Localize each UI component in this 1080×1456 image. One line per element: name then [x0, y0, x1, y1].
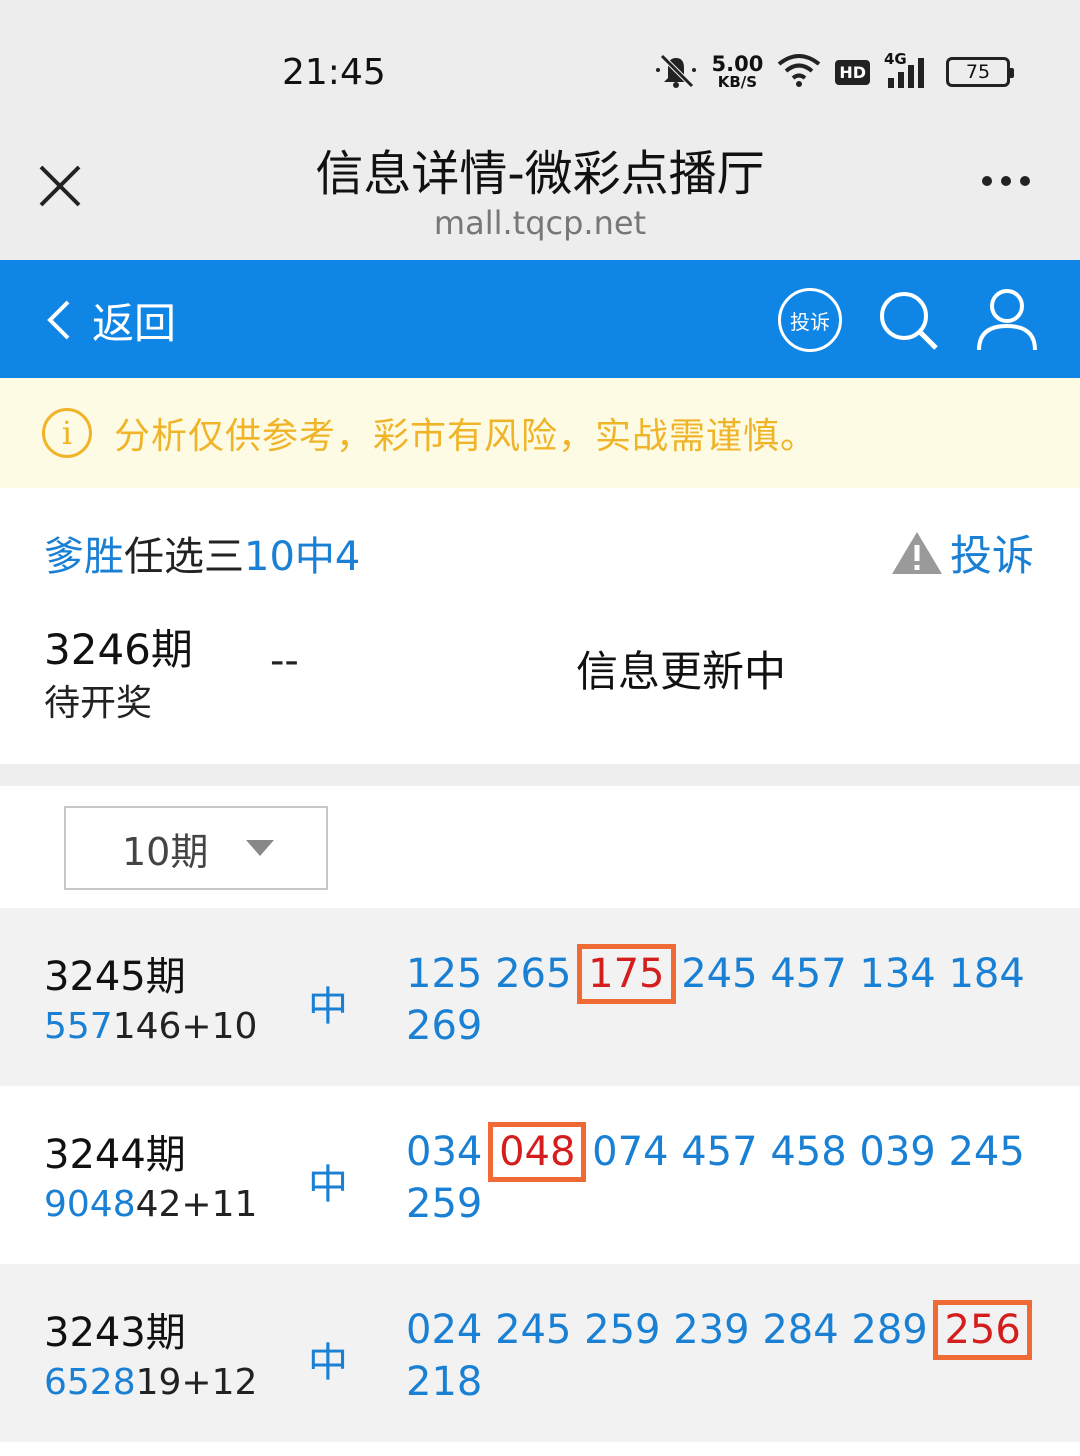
record-status: 中	[308, 984, 348, 1030]
caret-down-icon	[246, 840, 275, 856]
net-speed: 5.00 KB/S	[712, 54, 764, 90]
search-button[interactable]	[876, 288, 942, 354]
pick-number: 039	[859, 1129, 936, 1175]
status-icons: 5.00 KB/S HD 4G 75	[654, 50, 1014, 94]
plan-info: 爹胜任选三10中4 投诉 3246期 待开奖 -- 信息更新中	[0, 488, 1080, 764]
record-row: 3244期 904842+11 中 034 048 074 457 458 03…	[0, 1086, 1080, 1264]
wifi-icon	[777, 52, 821, 92]
complain-button[interactable]: 投诉	[778, 288, 842, 352]
current-update: 信息更新中	[576, 647, 787, 696]
section-divider	[0, 764, 1080, 786]
pick-number: 074	[592, 1129, 669, 1175]
more-button[interactable]	[982, 176, 1030, 186]
pick-number: 259	[406, 1181, 483, 1227]
back-button[interactable]: 返回	[44, 290, 176, 350]
hd-badge: HD	[835, 59, 870, 85]
record-code: 652819+12	[44, 1362, 257, 1403]
current-period: 3246期	[44, 625, 193, 674]
record-numbers: 034 048 074 457 458 039 245 259	[406, 1122, 1026, 1230]
pick-number: 134	[859, 951, 936, 997]
back-label: 返回	[92, 298, 177, 348]
net-speed-value: 5.00	[711, 52, 764, 76]
signal-icon: 4G	[884, 50, 932, 90]
pick-number: 458	[770, 1129, 847, 1175]
battery-level: 75	[965, 61, 991, 83]
more-dot-icon	[1001, 176, 1011, 186]
pick-number: 024	[406, 1307, 483, 1353]
hit-number: 256	[933, 1300, 1032, 1360]
record-code-dark: 146+10	[112, 1006, 258, 1047]
nav-bar: 返回 投诉	[0, 260, 1080, 378]
record-code: 557146+10	[44, 1006, 257, 1047]
status-time: 21:45	[282, 52, 386, 93]
pick-number: 245	[495, 1307, 572, 1353]
pick-number: 259	[584, 1307, 661, 1353]
user-icon	[977, 289, 1037, 351]
record-numbers: 024 245 259 239 284 289 256 218	[406, 1300, 1032, 1408]
battery-icon: 75	[946, 57, 1014, 87]
record-period: 3245期	[44, 954, 186, 1000]
report-button[interactable]: 投诉	[890, 522, 1034, 583]
hit-number: 175	[577, 944, 676, 1004]
record-code: 904842+11	[44, 1184, 257, 1225]
record-status: 中	[308, 1340, 348, 1386]
record-period: 3243期	[44, 1310, 186, 1356]
net-speed-unit: KB/S	[717, 73, 758, 91]
pick-number: 457	[681, 1129, 758, 1175]
more-dot-icon	[982, 176, 992, 186]
record-row: 3245期 557146+10 中 125 265 175 245 457 13…	[0, 908, 1080, 1086]
play-type: 任选三	[124, 534, 244, 580]
report-label: 投诉	[949, 531, 1034, 580]
pick-number: 289	[851, 1307, 928, 1353]
pick-number: 125	[406, 951, 483, 997]
mute-icon	[654, 50, 698, 94]
pick-number: 269	[406, 1003, 483, 1049]
info-icon: i	[42, 408, 92, 458]
warning-icon	[891, 531, 942, 574]
record-code-blue: 9048	[44, 1184, 136, 1225]
record-code-blue: 557	[44, 1006, 113, 1047]
record-numbers: 125 265 175 245 457 134 184 269	[406, 944, 1026, 1052]
page-title: 信息详情-微彩点播厅	[315, 146, 765, 202]
complain-badge-label: 投诉	[790, 309, 830, 334]
pick-number: 265	[495, 951, 572, 997]
more-dot-icon	[1020, 176, 1030, 186]
title-bar: 信息详情-微彩点播厅 mall.tqcp.net	[0, 120, 1080, 260]
current-dash: --	[270, 638, 299, 684]
plan-title: 爹胜任选三10中4	[44, 524, 360, 582]
record-code-dark: 42+11	[135, 1184, 258, 1225]
period-select[interactable]: 10期	[64, 806, 328, 890]
period-select-value: 10期	[122, 829, 209, 874]
hit-rate: 10中4	[244, 534, 361, 580]
author-name[interactable]: 爹胜	[44, 534, 124, 580]
current-status: 待开奖	[44, 683, 153, 724]
record-code-dark: 19+12	[135, 1362, 258, 1403]
record-code-blue: 6528	[44, 1362, 136, 1403]
pick-number: 245	[681, 951, 758, 997]
chevron-left-icon	[47, 300, 70, 340]
pick-number: 034	[406, 1129, 483, 1175]
pick-number: 245	[948, 1129, 1025, 1175]
search-icon	[880, 292, 938, 350]
pick-number: 457	[770, 951, 847, 997]
pick-number: 218	[406, 1359, 483, 1405]
info-icon-glyph: i	[61, 414, 73, 452]
pick-number: 239	[673, 1307, 750, 1353]
status-bar: 21:45 5.00 KB/S HD 4G 75	[0, 0, 1080, 120]
user-button[interactable]	[974, 286, 1040, 356]
page-url: mall.tqcp.net	[433, 204, 647, 242]
notice-text: 分析仅供参考，彩市有风险，实战需谨慎。	[114, 416, 818, 457]
pick-number: 284	[762, 1307, 839, 1353]
record-period: 3244期	[44, 1132, 186, 1178]
pick-number: 184	[948, 951, 1025, 997]
risk-notice: i 分析仅供参考，彩市有风险，实战需谨慎。	[0, 378, 1080, 488]
hit-number: 048	[488, 1122, 587, 1182]
record-status: 中	[308, 1162, 348, 1208]
record-row: 3243期 652819+12 中 024 245 259 239 284 28…	[0, 1264, 1080, 1442]
